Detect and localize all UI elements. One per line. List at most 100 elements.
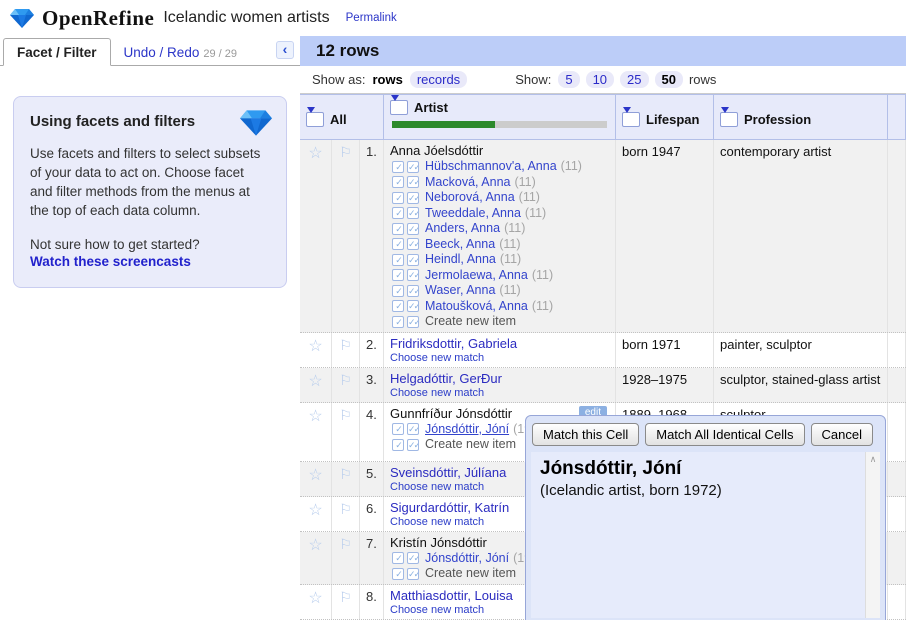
candidate-count: (11) (500, 252, 521, 268)
watch-screencasts-link[interactable]: Watch these screencasts (30, 254, 270, 269)
match-all-identical-cells-button[interactable]: Match All Identical Cells (645, 423, 804, 446)
candidate-link[interactable]: Heindl, Anna (425, 252, 496, 268)
star-icon[interactable]: ☆ (300, 333, 332, 367)
page-size-25[interactable]: 25 (620, 71, 648, 88)
match-this-checkbox-icon[interactable]: ✓ (392, 207, 404, 219)
candidate-link[interactable]: Macková, Anna (425, 175, 510, 191)
match-all-checkbox-icon[interactable]: ✓✓ (407, 192, 419, 204)
match-all-checkbox-icon[interactable]: ✓✓ (407, 269, 419, 281)
lifespan-dropdown-icon[interactable] (622, 112, 640, 127)
match-all-checkbox-icon[interactable]: ✓✓ (407, 254, 419, 266)
all-dropdown-icon[interactable] (306, 112, 324, 127)
table-row: ☆⚐3.Helgadóttir, GerÐurChoose new match1… (300, 368, 906, 403)
star-icon[interactable]: ☆ (300, 140, 332, 332)
create-new-item-link[interactable]: Create new item (425, 566, 516, 582)
match-this-checkbox-icon[interactable]: ✓ (392, 269, 404, 281)
match-this-checkbox-icon[interactable]: ✓ (392, 176, 404, 188)
match-this-checkbox-icon[interactable]: ✓ (392, 552, 404, 564)
column-label-all: All (330, 112, 347, 127)
artist-matched-link[interactable]: Sveinsdóttir, Júlíana (390, 465, 506, 481)
flag-icon[interactable]: ⚐ (332, 462, 360, 496)
artist-matched-link[interactable]: Fridriksdottir, Gabriela (390, 336, 517, 352)
page-size-50[interactable]: 50 (655, 71, 683, 88)
artist-dropdown-icon[interactable] (390, 100, 408, 115)
match-this-checkbox-icon[interactable]: ✓ (392, 254, 404, 266)
candidate-link[interactable]: Waser, Anna (425, 283, 495, 299)
match-all-checkbox-icon[interactable]: ✓✓ (407, 161, 419, 173)
candidate-link[interactable]: Neborová, Anna (425, 190, 515, 206)
candidate-link[interactable]: Jónsdóttir, Jóní (425, 422, 509, 438)
candidate-link[interactable]: Tweeddale, Anna (425, 206, 521, 222)
candidate-link[interactable]: Jermolaewa, Anna (425, 268, 528, 284)
column-header-artist[interactable]: Artist (384, 95, 616, 139)
match-all-checkbox-icon[interactable]: ✓✓ (407, 423, 419, 435)
popup-scrollbar[interactable]: ∧ (865, 452, 880, 618)
flag-icon[interactable]: ⚐ (332, 333, 360, 367)
match-this-checkbox-icon[interactable]: ✓ (392, 285, 404, 297)
match-this-checkbox-icon[interactable]: ✓ (392, 192, 404, 204)
match-all-checkbox-icon[interactable]: ✓✓ (407, 238, 419, 250)
row-index: 1. (360, 140, 384, 332)
create-new-item-link[interactable]: Create new item (425, 437, 516, 453)
profession-dropdown-icon[interactable] (720, 112, 738, 127)
show-as-records-option[interactable]: records (410, 71, 467, 88)
star-icon[interactable]: ☆ (300, 462, 332, 496)
create-new-item-link[interactable]: Create new item (425, 314, 516, 330)
flag-icon[interactable]: ⚐ (332, 368, 360, 402)
candidate-link[interactable]: Jónsdóttir, Jóní (425, 551, 509, 567)
match-this-checkbox-icon[interactable]: ✓ (392, 568, 404, 580)
permalink-link[interactable]: Permalink (346, 12, 397, 24)
match-all-checkbox-icon[interactable]: ✓✓ (407, 316, 419, 328)
match-this-checkbox-icon[interactable]: ✓ (392, 300, 404, 312)
artist-matched-link[interactable]: Sigurdardóttir, Katrín (390, 500, 509, 516)
star-icon[interactable]: ☆ (300, 532, 332, 584)
star-icon[interactable]: ☆ (300, 497, 332, 531)
flag-icon[interactable]: ⚐ (332, 140, 360, 332)
tab-undo-redo[interactable]: Undo / Redo29 / 29 (111, 39, 250, 65)
choose-new-match-link[interactable]: Choose new match (390, 352, 611, 365)
page-size-10[interactable]: 10 (586, 71, 614, 88)
match-this-checkbox-icon[interactable]: ✓ (392, 316, 404, 328)
collapse-sidebar-button[interactable]: ‹ (276, 41, 294, 59)
flag-icon[interactable]: ⚐ (332, 497, 360, 531)
sidebar: Facet / Filter Undo / Redo29 / 29 ‹ Usin… (0, 36, 300, 620)
match-all-checkbox-icon[interactable]: ✓✓ (407, 439, 419, 451)
choose-new-match-link[interactable]: Choose new match (390, 387, 611, 400)
cancel-button[interactable]: Cancel (811, 423, 873, 446)
column-header-lifespan[interactable]: Lifespan (616, 95, 714, 139)
match-this-checkbox-icon[interactable]: ✓ (392, 161, 404, 173)
match-this-checkbox-icon[interactable]: ✓ (392, 423, 404, 435)
match-this-checkbox-icon[interactable]: ✓ (392, 439, 404, 451)
artist-matched-link[interactable]: Helgadóttir, GerÐur (390, 371, 502, 387)
star-icon[interactable]: ☆ (300, 368, 332, 402)
candidate-link[interactable]: Hübschmannov'a, Anna (425, 159, 557, 175)
flag-icon[interactable]: ⚐ (332, 403, 360, 461)
reconcile-progress-bar (392, 121, 607, 128)
match-this-cell-button[interactable]: Match this Cell (532, 423, 639, 446)
match-all-checkbox-icon[interactable]: ✓✓ (407, 300, 419, 312)
match-this-checkbox-icon[interactable]: ✓ (392, 238, 404, 250)
flag-icon[interactable]: ⚐ (332, 532, 360, 584)
column-header-profession[interactable]: Profession (714, 95, 888, 139)
page-size-5[interactable]: 5 (558, 71, 579, 88)
match-all-checkbox-icon[interactable]: ✓✓ (407, 207, 419, 219)
lifespan-cell: born 1947 (616, 140, 714, 332)
match-all-checkbox-icon[interactable]: ✓✓ (407, 223, 419, 235)
show-as-rows-option[interactable]: rows (372, 72, 402, 87)
top-bar: OpenRefine Icelandic women artists Perma… (0, 0, 906, 36)
match-all-checkbox-icon[interactable]: ✓✓ (407, 285, 419, 297)
flag-icon[interactable]: ⚐ (332, 585, 360, 619)
artist-matched-link[interactable]: Matthiasdottir, Louisa (390, 588, 513, 604)
column-header-all[interactable]: All (300, 95, 384, 139)
star-icon[interactable]: ☆ (300, 403, 332, 461)
star-icon[interactable]: ☆ (300, 585, 332, 619)
match-all-checkbox-icon[interactable]: ✓✓ (407, 176, 419, 188)
tab-facet-filter[interactable]: Facet / Filter (3, 38, 111, 66)
match-all-checkbox-icon[interactable]: ✓✓ (407, 568, 419, 580)
candidate-link[interactable]: Anders, Anna (425, 221, 500, 237)
candidate-link[interactable]: Beeck, Anna (425, 237, 495, 253)
match-all-checkbox-icon[interactable]: ✓✓ (407, 552, 419, 564)
openrefine-diamond-icon (10, 8, 34, 29)
candidate-link[interactable]: Matoušková, Anna (425, 299, 528, 315)
match-this-checkbox-icon[interactable]: ✓ (392, 223, 404, 235)
